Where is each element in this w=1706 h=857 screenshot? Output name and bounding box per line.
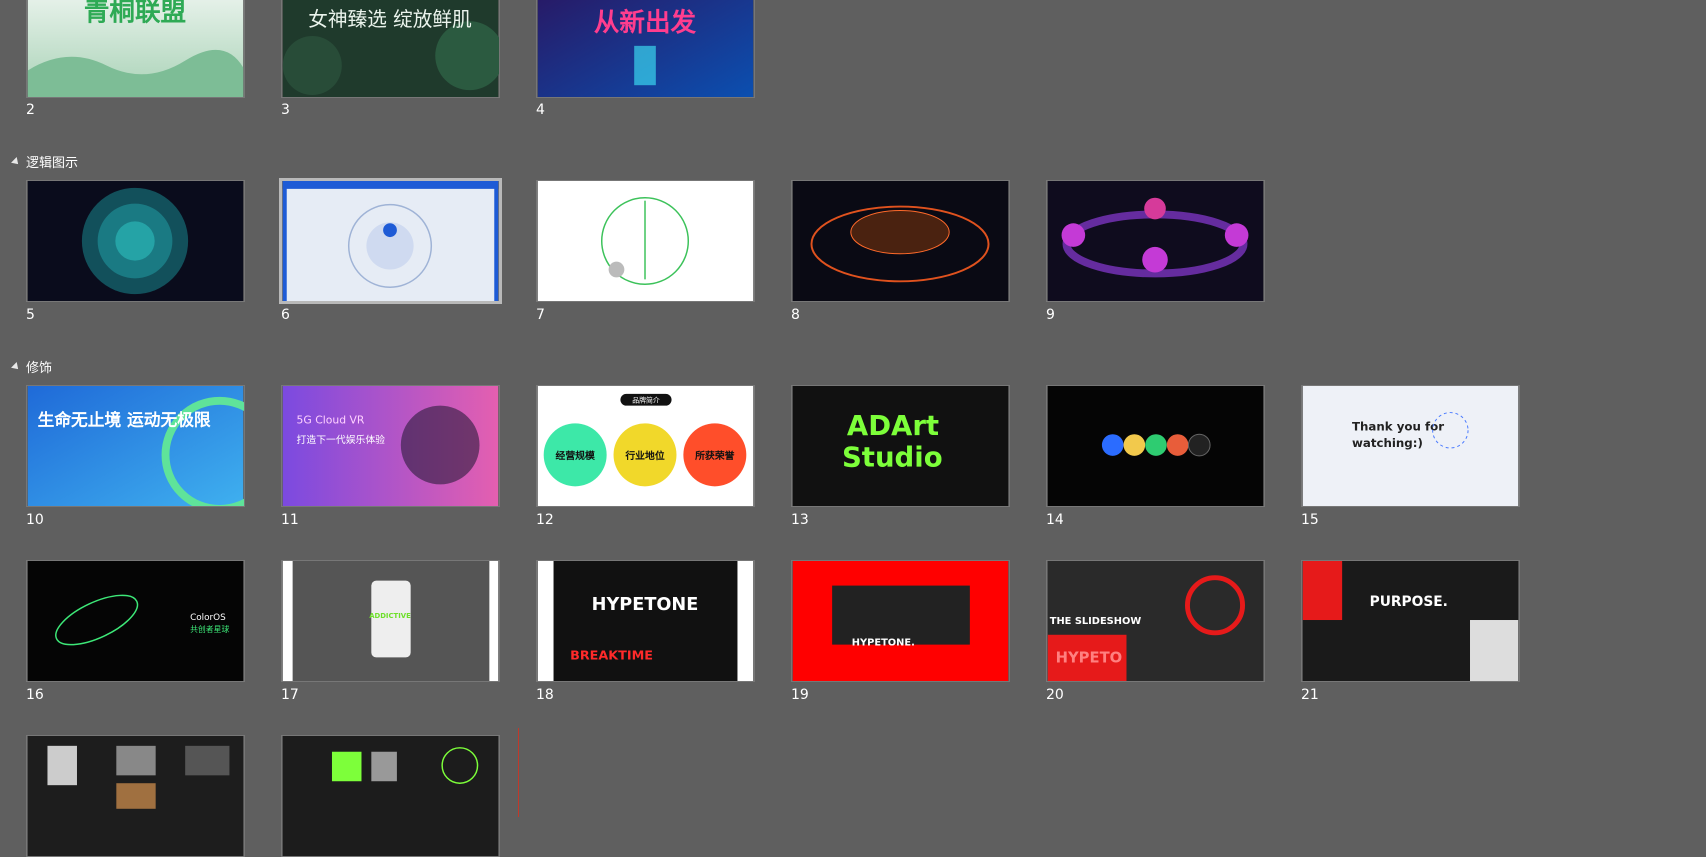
svg-text:Studio: Studio [842, 442, 943, 474]
slide-3-preview: 女神臻选 绽放鲜肌 [282, 0, 499, 97]
svg-text:青桐联盟: 青桐联盟 [84, 0, 186, 27]
slide-11-preview: 5G Cloud VR 打造下一代娱乐体验 [282, 386, 499, 506]
svg-text:Thank you for: Thank you for [1352, 419, 1444, 433]
slide-16-preview: ColorOS 共创者星球 [27, 561, 244, 681]
svg-text:品牌简介: 品牌简介 [632, 396, 660, 405]
slide-thumbnail-2[interactable]: 青桐联盟 [26, 0, 245, 98]
slide-5-preview [27, 181, 244, 301]
slide-number: 17 [281, 687, 299, 703]
slide-thumbnail-4[interactable]: 从新出发 [536, 0, 755, 98]
slide-number: 2 [26, 102, 35, 118]
svg-text:PURPOSE.: PURPOSE. [1370, 594, 1448, 610]
svg-text:打造下一代娱乐体验: 打造下一代娱乐体验 [297, 433, 386, 446]
insertion-cursor [518, 728, 519, 817]
slide-4-preview: 从新出发 [537, 0, 754, 97]
slide-thumbnail-3[interactable]: 女神臻选 绽放鲜肌 [281, 0, 500, 98]
slide-23-preview [282, 736, 499, 856]
svg-text:ADDICTIVE: ADDICTIVE [369, 612, 411, 620]
svg-text:HYPETO: HYPETO [1056, 649, 1123, 666]
slide-number: 20 [1046, 687, 1064, 703]
slide-number: 11 [281, 512, 299, 528]
slide-thumbnail-15[interactable]: Thank you for watching:) [1301, 385, 1520, 507]
svg-text:BREAKTIME: BREAKTIME [570, 648, 653, 663]
slide-number: 7 [536, 307, 545, 323]
svg-text:所获荣誉: 所获荣誉 [695, 449, 734, 462]
svg-text:女神臻选 绽放鲜肌: 女神臻选 绽放鲜肌 [308, 8, 472, 31]
slide-thumbnail-9[interactable] [1046, 180, 1265, 302]
slide-number: 5 [26, 307, 35, 323]
slide-22-preview [27, 736, 244, 856]
slide-number: 4 [536, 102, 545, 118]
slide-thumbnail-13[interactable]: ADArt Studio [791, 385, 1010, 507]
slide-14-preview [1047, 386, 1264, 506]
slide-number: 9 [1046, 307, 1055, 323]
svg-text:ADArt: ADArt [847, 410, 939, 442]
slide-number: 8 [791, 307, 800, 323]
svg-text:生命无止境 运动无极限: 生命无止境 运动无极限 [38, 409, 211, 429]
slide-19-preview: HYPETONE. [792, 561, 1009, 681]
slide-10-preview: 生命无止境 运动无极限 [27, 386, 244, 506]
slide-thumbnail-16[interactable]: ColorOS 共创者星球 [26, 560, 245, 682]
slide-9-preview [1047, 181, 1264, 301]
slide-number: 6 [281, 307, 290, 323]
slide-thumbnail-7[interactable] [536, 180, 755, 302]
slide-thumbnail-17[interactable]: ADDICTIVE [281, 560, 500, 682]
slide-number: 13 [791, 512, 809, 528]
slide-thumbnail-21[interactable]: PURPOSE. [1301, 560, 1520, 682]
slide-6-preview [282, 181, 499, 301]
section-title: 修饰 [26, 361, 53, 376]
slide-12-preview: 品牌简介 经营规模 行业地位 所获荣誉 [537, 386, 754, 506]
slide-number: 21 [1301, 687, 1319, 703]
slide-number: 18 [536, 687, 554, 703]
slide-thumbnail-8[interactable] [791, 180, 1010, 302]
slide-number: 15 [1301, 512, 1319, 528]
svg-text:THE SLIDESHOW: THE SLIDESHOW [1050, 616, 1142, 627]
slide-number: 10 [26, 512, 44, 528]
slide-thumbnail-23[interactable] [281, 735, 500, 857]
section-header-logic[interactable]: 逻辑图示 [11, 152, 79, 171]
slide-number: 3 [281, 102, 290, 118]
slide-21-preview: PURPOSE. [1302, 561, 1519, 681]
slide-13-preview: ADArt Studio [792, 386, 1009, 506]
slide-number: 16 [26, 687, 44, 703]
slide-18-preview: HYPETONE BREAKTIME [537, 561, 754, 681]
slide-number: 19 [791, 687, 809, 703]
slide-thumbnail-22[interactable] [26, 735, 245, 857]
slide-thumbnail-12[interactable]: 品牌简介 经营规模 行业地位 所获荣誉 [536, 385, 755, 507]
slide-number: 12 [536, 512, 554, 528]
slide-15-preview: Thank you for watching:) [1302, 386, 1519, 506]
svg-text:5G Cloud VR: 5G Cloud VR [297, 413, 365, 426]
collapse-triangle-icon[interactable] [11, 361, 21, 372]
slide-thumbnail-18[interactable]: HYPETONE BREAKTIME [536, 560, 755, 682]
svg-text:ColorOS: ColorOS [190, 613, 226, 623]
section-header-decoration[interactable]: 修饰 [11, 357, 53, 376]
slide-thumbnail-14[interactable] [1046, 385, 1265, 507]
svg-text:共创者星球: 共创者星球 [190, 624, 229, 634]
slide-thumbnail-10[interactable]: 生命无止境 运动无极限 [26, 385, 245, 507]
slide-2-preview: 青桐联盟 [27, 0, 244, 97]
svg-text:行业地位: 行业地位 [624, 449, 664, 462]
slide-17-preview: ADDICTIVE [282, 561, 499, 681]
svg-text:HYPETONE: HYPETONE [592, 595, 699, 615]
slide-thumbnail-11[interactable]: 5G Cloud VR 打造下一代娱乐体验 [281, 385, 500, 507]
slide-thumbnail-19[interactable]: HYPETONE. [791, 560, 1010, 682]
svg-text:从新出发: 从新出发 [594, 8, 697, 38]
slide-20-preview: THE SLIDESHOW HYPETO [1047, 561, 1264, 681]
slide-8-preview [792, 181, 1009, 301]
slide-thumbnail-5[interactable] [26, 180, 245, 302]
svg-text:经营规模: 经营规模 [556, 449, 595, 462]
slide-thumbnail-6[interactable] [279, 178, 502, 304]
slide-thumbnail-20[interactable]: THE SLIDESHOW HYPETO [1046, 560, 1265, 682]
section-title: 逻辑图示 [26, 156, 79, 171]
slide-number: 14 [1046, 512, 1064, 528]
slide-7-preview [537, 181, 754, 301]
svg-text:HYPETONE.: HYPETONE. [852, 638, 915, 649]
svg-text:watching:): watching:) [1352, 436, 1423, 450]
collapse-triangle-icon[interactable] [11, 156, 21, 167]
